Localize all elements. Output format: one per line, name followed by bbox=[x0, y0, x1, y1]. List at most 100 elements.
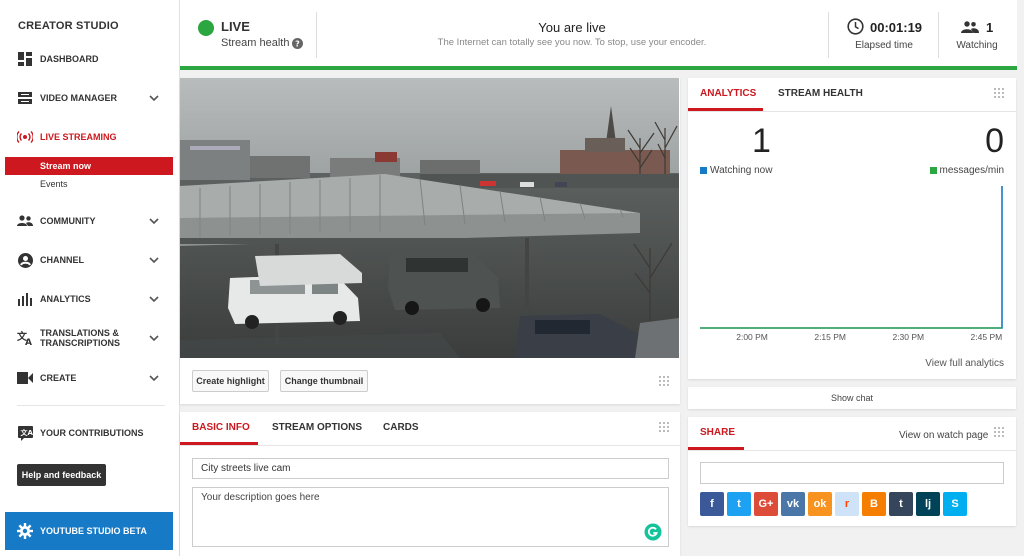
change-thumbnail-button[interactable]: Change thumbnail bbox=[280, 370, 368, 392]
tumblr-share-icon[interactable]: t bbox=[889, 492, 913, 516]
google--share-icon[interactable]: G+ bbox=[754, 492, 778, 516]
chevron-down-icon[interactable] bbox=[149, 257, 159, 263]
sidebar-item-label: DASHBOARD bbox=[40, 54, 99, 64]
sidebar-item-channel[interactable]: CHANNEL bbox=[0, 246, 173, 274]
help-feedback-button[interactable]: Help and feedback bbox=[17, 464, 106, 486]
info-card: BASIC INFO STREAM OPTIONS CARDS City str… bbox=[180, 412, 680, 556]
svg-text:A: A bbox=[25, 338, 32, 346]
tab-basic-info[interactable]: BASIC INFO bbox=[192, 422, 250, 433]
tab-divider bbox=[180, 445, 680, 446]
watching-now-value: 1 bbox=[752, 122, 771, 160]
channel-icon bbox=[17, 252, 33, 268]
tab-stream-options[interactable]: STREAM OPTIONS bbox=[272, 422, 362, 433]
tab-cards[interactable]: CARDS bbox=[383, 422, 419, 433]
legend-swatch bbox=[929, 167, 937, 174]
x-tick-label: 2:15 PM bbox=[814, 332, 846, 342]
drag-handle-icon[interactable] bbox=[994, 427, 1004, 437]
vk-share-icon[interactable]: vk bbox=[781, 492, 805, 516]
sidebar-item-video-manager[interactable]: VIDEO MANAGER bbox=[0, 84, 173, 112]
elapsed-time-value: 00:01:19 bbox=[870, 20, 923, 35]
youtube-studio-beta-button[interactable]: YOUTUBE STUDIO BETA bbox=[5, 512, 173, 550]
chevron-down-icon[interactable] bbox=[149, 375, 159, 381]
chevron-down-icon[interactable] bbox=[149, 218, 159, 224]
messages-value: 0 bbox=[985, 122, 1004, 160]
live-streaming-icon bbox=[17, 129, 33, 145]
chevron-down-icon[interactable] bbox=[149, 296, 159, 302]
divider bbox=[938, 12, 939, 58]
show-chat-button[interactable]: Show chat bbox=[688, 387, 1016, 409]
drag-handle-icon[interactable] bbox=[994, 88, 1004, 98]
sidebar-item-translations[interactable]: 文A TRANSLATIONS & TRANSCRIPTIONS bbox=[0, 324, 173, 352]
watching-now-label: Watching now bbox=[710, 165, 773, 176]
view-full-analytics-link[interactable]: View full analytics bbox=[925, 358, 1004, 369]
sidebar-divider bbox=[17, 405, 165, 406]
reddit-share-icon[interactable]: r bbox=[835, 492, 859, 516]
tab-analytics[interactable]: ANALYTICS bbox=[700, 88, 756, 99]
svg-text:文A: 文A bbox=[20, 428, 33, 437]
drag-handle-icon[interactable] bbox=[659, 376, 669, 386]
blogger-share-icon[interactable]: B bbox=[862, 492, 886, 516]
video-manager-icon bbox=[17, 90, 33, 106]
watching-count-value: 1 bbox=[986, 20, 994, 35]
community-icon bbox=[17, 213, 33, 229]
description-textarea[interactable]: Your description goes here bbox=[192, 487, 669, 547]
analytics-icon bbox=[17, 291, 33, 307]
chevron-down-icon[interactable] bbox=[149, 335, 159, 341]
twitter-share-icon[interactable]: t bbox=[727, 492, 751, 516]
sidebar-subitem-stream-now[interactable]: Stream now bbox=[5, 157, 173, 175]
elapsed-time-label: Elapsed time bbox=[855, 40, 913, 51]
sidebar-item-dashboard[interactable]: DASHBOARD bbox=[0, 45, 173, 73]
analytics-chart: 2:00 PM 2:15 PM 2:30 PM 2:45 PM bbox=[700, 186, 1003, 342]
view-on-watch-page-link[interactable]: View on watch page bbox=[899, 430, 988, 441]
tab-divider bbox=[688, 111, 1016, 112]
sidebar-item-live-streaming[interactable]: LIVE STREAMING bbox=[0, 123, 173, 151]
clock-icon bbox=[847, 18, 864, 35]
analytics-card: ANALYTICS STREAM HEALTH 1 Watching now 0… bbox=[688, 78, 1016, 379]
sidebar-item-label-line2: TRANSCRIPTIONS bbox=[40, 338, 121, 348]
sidebar: CREATOR STUDIO DASHBOARD VIDEO MANAGER L… bbox=[0, 0, 180, 556]
share-url-input[interactable] bbox=[700, 462, 1004, 484]
video-card: Create highlight Change thumbnail bbox=[180, 78, 680, 404]
x-tick-label: 2:00 PM bbox=[736, 332, 768, 342]
sidebar-item-label: YOUR CONTRIBUTIONS bbox=[40, 428, 144, 438]
legend-swatch bbox=[700, 167, 707, 174]
skype-share-icon[interactable]: S bbox=[943, 492, 967, 516]
sidebar-item-label: COMMUNITY bbox=[40, 216, 96, 226]
sidebar-item-label: ANALYTICS bbox=[40, 294, 91, 304]
dashboard-icon bbox=[17, 51, 33, 67]
stream-health-label: Stream health bbox=[221, 37, 290, 49]
legend-messages: messages/min bbox=[929, 165, 1004, 176]
sidebar-item-label-line1: TRANSLATIONS & bbox=[40, 328, 119, 338]
series-line-watching bbox=[700, 186, 1003, 329]
sidebar-item-community[interactable]: COMMUNITY bbox=[0, 207, 173, 235]
x-tick-label: 2:30 PM bbox=[892, 332, 924, 342]
livejournal-share-icon[interactable]: lj bbox=[916, 492, 940, 516]
title-input[interactable]: City streets live cam bbox=[192, 458, 669, 479]
help-icon[interactable]: ? bbox=[292, 37, 304, 49]
svg-text:?: ? bbox=[296, 39, 301, 48]
live-indicator-dot bbox=[198, 20, 214, 36]
share-title: SHARE bbox=[700, 427, 736, 438]
sidebar-item-analytics[interactable]: ANALYTICS bbox=[0, 285, 173, 313]
sidebar-item-label: CHANNEL bbox=[40, 255, 84, 265]
chevron-down-icon[interactable] bbox=[149, 95, 159, 101]
create-icon bbox=[17, 370, 33, 386]
tab-divider bbox=[688, 450, 1016, 451]
sidebar-title: CREATOR STUDIO bbox=[18, 20, 119, 32]
messages-label: messages/min bbox=[939, 165, 1004, 176]
sidebar-item-label: VIDEO MANAGER bbox=[40, 93, 118, 103]
odnoklassniki-share-icon[interactable]: ok bbox=[808, 492, 832, 516]
drag-handle-icon[interactable] bbox=[659, 422, 669, 432]
beta-label: YOUTUBE STUDIO BETA bbox=[40, 526, 147, 536]
facebook-share-icon[interactable]: f bbox=[700, 492, 724, 516]
sidebar-item-contributions[interactable]: 文A YOUR CONTRIBUTIONS bbox=[0, 419, 173, 447]
sidebar-subitem-events[interactable]: Events bbox=[5, 175, 173, 193]
watching-count-label: Watching bbox=[956, 40, 998, 51]
create-highlight-button[interactable]: Create highlight bbox=[192, 370, 269, 392]
grammarly-icon[interactable] bbox=[644, 523, 662, 541]
tab-stream-health[interactable]: STREAM HEALTH bbox=[778, 88, 863, 99]
divider bbox=[316, 12, 317, 58]
live-video-preview[interactable] bbox=[180, 78, 679, 358]
sidebar-item-create[interactable]: CREATE bbox=[0, 364, 173, 392]
stream-health: Stream health ? bbox=[221, 37, 304, 49]
